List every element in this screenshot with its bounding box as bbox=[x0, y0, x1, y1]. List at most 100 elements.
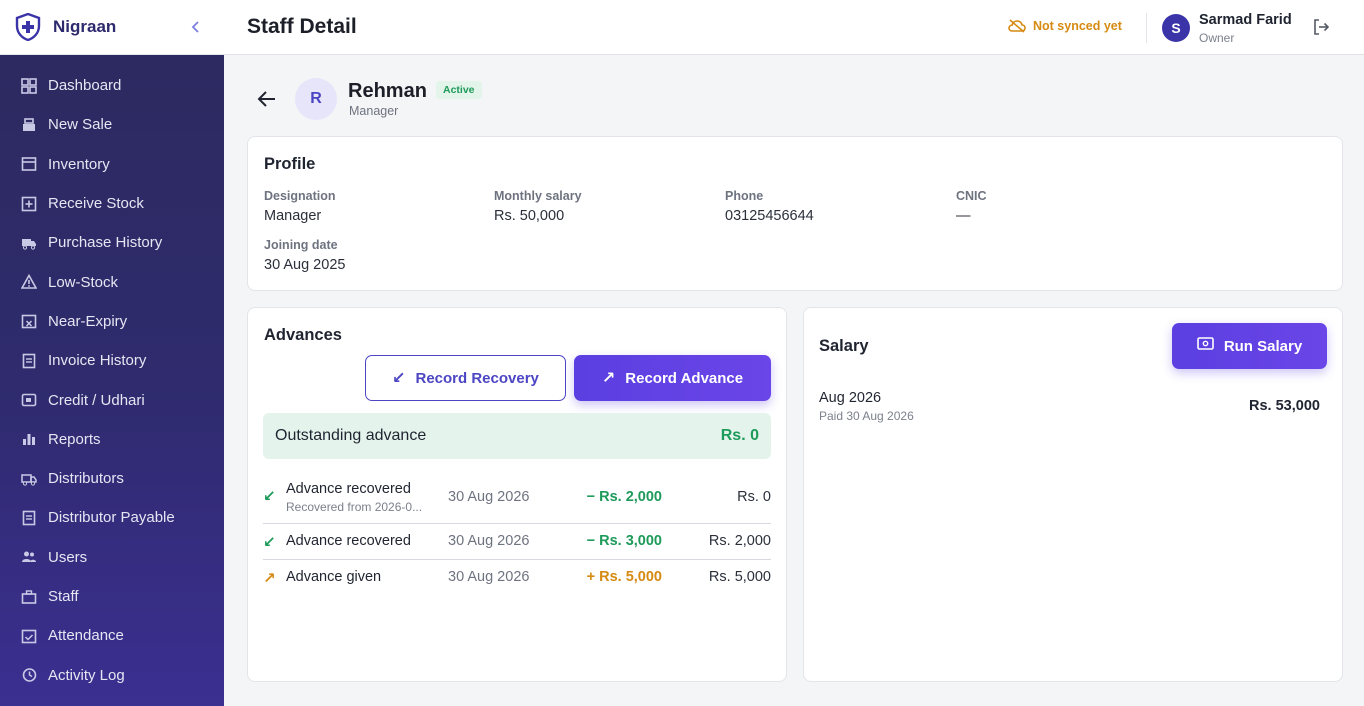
staff-name: Rehman bbox=[348, 80, 427, 102]
app-name: Nigraan bbox=[53, 17, 117, 36]
profile-title: Profile bbox=[264, 155, 316, 173]
sidebar-item-label: Purchase History bbox=[48, 234, 163, 252]
sidebar-item-credit-udhari[interactable]: Credit / Udhari bbox=[0, 380, 224, 419]
sidebar-item-label: Staff bbox=[48, 588, 79, 605]
advance-row-title: Advance given bbox=[286, 569, 382, 585]
sidebar-item-invoice-history[interactable]: Invoice History bbox=[0, 341, 224, 380]
page-title: Staff Detail bbox=[247, 15, 357, 38]
run-salary-button[interactable]: Run Salary bbox=[1172, 323, 1327, 369]
sidebar-item-attendance[interactable]: Attendance bbox=[0, 616, 224, 655]
sidebar-item-distributor-payable[interactable]: Distributor Payable bbox=[0, 498, 224, 537]
sidebar-item-reports[interactable]: Reports bbox=[0, 420, 224, 459]
sidebar-item-label: New Sale bbox=[48, 116, 113, 134]
brand-bar: Nigraan bbox=[0, 0, 224, 55]
sidebar-item-users[interactable]: Users bbox=[0, 538, 224, 577]
sidebar-item-receive-stock[interactable]: Receive Stock bbox=[0, 184, 224, 223]
joining-date-label: Joining date bbox=[264, 238, 338, 252]
designation-value: Manager bbox=[264, 208, 322, 224]
users-icon bbox=[20, 549, 37, 566]
sidebar-nav: Dashboard New Sale Inventory Receive Sto… bbox=[0, 55, 224, 695]
sidebar-item-label: Inventory bbox=[48, 155, 110, 173]
sync-status-text: Not synced yet bbox=[1033, 19, 1122, 33]
sidebar-item-label: Distributor Payable bbox=[48, 509, 175, 527]
sidebar: Nigraan Dashboard New Sale Inventory Rec… bbox=[0, 0, 224, 706]
sidebar-item-new-sale[interactable]: New Sale bbox=[0, 105, 224, 144]
wallet-icon bbox=[20, 392, 37, 409]
advance-row[interactable]: ↗ Advance given 30 Aug 2026 + Rs. 5,000 … bbox=[263, 569, 771, 589]
sidebar-item-label: Credit / Udhari bbox=[48, 391, 145, 409]
document-icon bbox=[20, 509, 37, 526]
record-recovery-label: Record Recovery bbox=[415, 369, 539, 387]
advance-row-amount: − Rs. 2,000 bbox=[586, 489, 662, 505]
chevron-left-icon[interactable] bbox=[186, 17, 206, 37]
shield-logo-icon bbox=[14, 13, 42, 41]
joining-date-value: 30 Aug 2025 bbox=[264, 257, 346, 273]
user-role: Owner bbox=[1199, 31, 1235, 45]
sidebar-item-label: Attendance bbox=[48, 627, 124, 645]
outstanding-label: Outstanding advance bbox=[275, 427, 427, 444]
back-arrow-icon[interactable] bbox=[256, 88, 278, 110]
salary-entry-paid-date: Paid 30 Aug 2026 bbox=[819, 409, 914, 423]
phone-label: Phone bbox=[725, 189, 764, 203]
history-icon bbox=[20, 667, 37, 684]
truck-icon bbox=[20, 234, 37, 251]
arrow-down-left-icon: ↙ bbox=[392, 370, 406, 387]
advance-row-title: Advance recovered bbox=[286, 533, 411, 549]
outstanding-value: Rs. 0 bbox=[720, 427, 759, 444]
monthly-salary-label: Monthly salary bbox=[494, 189, 582, 203]
advance-row-subtitle: Recovered from 2026-0... bbox=[286, 500, 423, 514]
monthly-salary-value: Rs. 50,000 bbox=[494, 208, 565, 224]
record-recovery-button[interactable]: ↙ Record Recovery bbox=[365, 355, 566, 401]
record-advance-label: Record Advance bbox=[625, 369, 744, 387]
sidebar-item-distributors[interactable]: Distributors bbox=[0, 459, 224, 498]
arrow-up-right-icon: ↗ bbox=[601, 370, 616, 387]
sidebar-item-inventory[interactable]: Inventory bbox=[0, 145, 224, 184]
sidebar-item-label: Receive Stock bbox=[48, 195, 144, 213]
row-divider bbox=[263, 559, 771, 560]
sidebar-item-label: Activity Log bbox=[48, 666, 125, 684]
top-header: Staff Detail Not synced yet S Sarmad Far… bbox=[224, 0, 1364, 55]
sidebar-item-purchase-history[interactable]: Purchase History bbox=[0, 223, 224, 262]
advance-row-amount: − Rs. 3,000 bbox=[586, 533, 662, 549]
sidebar-item-label: Invoice History bbox=[48, 352, 147, 370]
sidebar-item-dashboard[interactable]: Dashboard bbox=[0, 66, 224, 105]
sidebar-item-activity-log[interactable]: Activity Log bbox=[0, 655, 224, 694]
status-badge: Active bbox=[436, 81, 482, 99]
advance-row[interactable]: ↙ Advance recovered Recovered from 2026-… bbox=[263, 481, 771, 517]
user-name: Sarmad Farid bbox=[1199, 12, 1292, 28]
designation-label: Designation bbox=[264, 189, 336, 203]
logout-icon[interactable] bbox=[1312, 18, 1332, 38]
plus-box-icon bbox=[20, 195, 37, 212]
sidebar-item-staff[interactable]: Staff bbox=[0, 577, 224, 616]
salary-title: Salary bbox=[819, 337, 869, 355]
sidebar-item-label: Reports bbox=[48, 430, 101, 448]
phone-value: 03125456644 bbox=[725, 208, 814, 224]
register-icon bbox=[20, 116, 37, 133]
sidebar-item-low-stock[interactable]: Low-Stock bbox=[0, 262, 224, 301]
user-avatar[interactable]: S bbox=[1162, 14, 1190, 42]
advance-row-date: 30 Aug 2026 bbox=[448, 489, 530, 505]
sync-status[interactable]: Not synced yet bbox=[1008, 19, 1122, 33]
arrow-down-left-icon: ↙ bbox=[263, 488, 276, 505]
cloud-off-icon bbox=[1008, 19, 1026, 33]
advance-row-balance: Rs. 0 bbox=[737, 489, 771, 505]
row-divider bbox=[263, 523, 771, 524]
cnic-label: CNIC bbox=[956, 189, 987, 203]
sidebar-item-near-expiry[interactable]: Near-Expiry bbox=[0, 302, 224, 341]
salary-entry-month: Aug 2026 bbox=[819, 390, 882, 406]
advance-row-balance: Rs. 2,000 bbox=[708, 533, 771, 549]
calendar-x-icon bbox=[20, 313, 37, 330]
sidebar-item-label: Near-Expiry bbox=[48, 312, 128, 330]
dashboard-icon bbox=[20, 77, 37, 94]
advance-row-amount: + Rs. 5,000 bbox=[586, 569, 662, 585]
briefcase-icon bbox=[20, 588, 37, 605]
advance-row[interactable]: ↙ Advance recovered 30 Aug 2026 − Rs. 3,… bbox=[263, 533, 771, 553]
warning-icon bbox=[20, 274, 37, 291]
run-salary-label: Run Salary bbox=[1223, 337, 1303, 355]
advance-row-balance: Rs. 5,000 bbox=[708, 569, 771, 585]
record-advance-button[interactable]: ↗ Record Advance bbox=[574, 355, 771, 401]
cash-icon bbox=[1197, 337, 1214, 355]
sidebar-item-label: Users bbox=[48, 548, 88, 566]
advances-title: Advances bbox=[264, 326, 342, 344]
sidebar-item-label: Dashboard bbox=[48, 77, 122, 95]
